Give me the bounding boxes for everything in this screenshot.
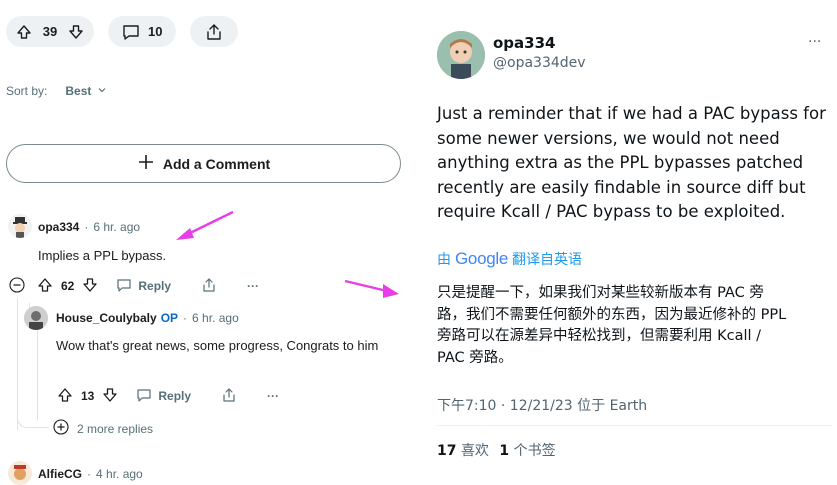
comment-time: 6 hr. ago: [93, 220, 141, 234]
reply-label: Reply: [158, 389, 192, 403]
avatar[interactable]: [8, 214, 32, 238]
tweet-text-line: Just a reminder that if we had a PAC byp…: [437, 104, 826, 123]
thread-line: [37, 330, 38, 420]
comment-header: House_Coulybaly OP · 6 hr. ago: [56, 311, 239, 325]
sort-control[interactable]: Sort by: Best: [6, 84, 107, 98]
translated-line: 路，我们不需要任何额外的东西，因为最近修补的 PPL: [437, 306, 787, 323]
comment-score: 62: [61, 279, 75, 293]
annotation-arrow: [344, 279, 399, 298]
top-cutoff-fragment: [434, 0, 634, 2]
chevron-down-icon: [97, 84, 107, 98]
tweet-display-name[interactable]: opa334: [493, 34, 586, 52]
separator-dot: ·: [183, 311, 188, 325]
tweet-author: opa334 @opa334dev: [493, 34, 586, 71]
upvote-icon[interactable]: [37, 277, 53, 296]
upvote-icon[interactable]: [57, 387, 73, 406]
translation-attribution: 由 Google 翻译自英语: [437, 249, 582, 269]
add-comment-button[interactable]: Add a Comment: [6, 144, 401, 183]
likes-label: 喜欢: [460, 443, 489, 459]
comment-author[interactable]: opa334: [38, 220, 79, 234]
downvote-icon[interactable]: [68, 24, 84, 40]
tweet-avatar[interactable]: [437, 31, 485, 79]
share-button[interactable]: [190, 16, 238, 47]
divider: [437, 425, 832, 426]
comment-header: AlfieCG · 4 hr. ago: [38, 467, 143, 481]
translated-from-english-link[interactable]: 翻译自英语: [512, 249, 582, 269]
collapse-icon[interactable]: [9, 276, 25, 296]
comment-count: 10: [148, 24, 163, 39]
more-options-icon[interactable]: ···: [247, 279, 259, 293]
tweet-timestamp[interactable]: 下午7:10 · 12/21/23 位于 Earth: [437, 395, 647, 415]
comment-time: 6 hr. ago: [192, 311, 239, 325]
bookmarks-stat[interactable]: 1 个书签: [499, 443, 555, 459]
bookmarks-label: 个书签: [513, 443, 556, 459]
sort-value: Best: [65, 84, 92, 98]
comment-time: 4 hr. ago: [96, 467, 143, 481]
tweet-text-line: recently are easily findable in source d…: [437, 177, 806, 197]
thread-line: [17, 298, 18, 430]
sort-label: Sort by:: [6, 84, 48, 98]
comment-header: opa334 · 6 hr. ago: [38, 220, 140, 234]
downvote-icon[interactable]: [82, 277, 98, 296]
downvote-icon[interactable]: [102, 387, 118, 406]
reply-button[interactable]: Reply: [116, 277, 171, 296]
share-icon: [205, 23, 223, 41]
google-logo: Google: [455, 249, 509, 268]
translated-line: 旁路可以在源差异中轻松找到，但需要利用 Kcall /: [437, 328, 762, 344]
bookmarks-count: 1: [499, 443, 510, 459]
op-badge: OP: [160, 311, 179, 325]
tweet-text-line: require Kcall / PAC bypass to be exploit…: [437, 202, 786, 221]
more-options-icon[interactable]: ···: [808, 34, 821, 50]
comment-actions: 13 Reply ···: [57, 387, 279, 405]
avatar[interactable]: [24, 306, 48, 330]
translated-line: PAC 旁路。: [437, 349, 513, 366]
comment-author[interactable]: House_Coulybaly: [56, 311, 157, 325]
translate-prefix: 由: [437, 252, 451, 268]
reply-button[interactable]: Reply: [136, 387, 191, 406]
more-replies-button[interactable]: 2 more replies: [53, 419, 153, 438]
comment-actions: 62 Reply ···: [9, 276, 259, 296]
comments-button[interactable]: 10: [108, 16, 176, 47]
annotation-arrow: [176, 210, 234, 240]
vote-pill: 39: [6, 16, 94, 47]
comment-icon: [122, 23, 140, 41]
comment-body: Wow that's great news, some progress, Co…: [56, 338, 379, 353]
post-vote-count: 39: [42, 24, 58, 39]
likes-stat[interactable]: 17 喜欢: [437, 443, 489, 459]
translated-text: 只是提醒一下，如果我们对某些较新版本有 PAC 旁 路，我们不需要任何额外的东西…: [437, 283, 832, 369]
avatar[interactable]: [8, 461, 32, 485]
plus-icon: [137, 153, 155, 174]
share-icon[interactable]: [201, 277, 217, 296]
separator-dot: ·: [84, 220, 89, 234]
tweet-handle[interactable]: @opa334dev: [493, 55, 586, 71]
more-replies-label: 2 more replies: [77, 421, 154, 436]
tweet-text-line: anything extra as the PPL bypasses patch…: [437, 153, 804, 172]
comment-icon: [116, 277, 132, 296]
comment-icon: [136, 387, 152, 406]
comment-score: 13: [81, 389, 95, 403]
more-options-icon[interactable]: ···: [267, 389, 279, 403]
tweet-text: Just a reminder that if we had a PAC byp…: [437, 102, 832, 225]
upvote-icon[interactable]: [16, 24, 32, 40]
separator-dot: ·: [87, 467, 92, 481]
share-icon[interactable]: [221, 387, 237, 406]
comment-author[interactable]: AlfieCG: [38, 467, 82, 481]
reply-label: Reply: [138, 279, 172, 293]
comment-body: Implies a PPL bypass.: [38, 248, 167, 263]
tweet-stats: 17 喜欢 1 个书签: [437, 440, 556, 460]
likes-count: 17: [437, 443, 457, 459]
translated-line: 只是提醒一下，如果我们对某些较新版本有 PAC 旁: [437, 285, 764, 301]
tweet-text-line: some newer versions, we would not need: [437, 128, 780, 148]
plus-circle-icon: [53, 419, 69, 438]
thread-connector: [17, 418, 49, 428]
add-comment-label: Add a Comment: [162, 155, 271, 172]
